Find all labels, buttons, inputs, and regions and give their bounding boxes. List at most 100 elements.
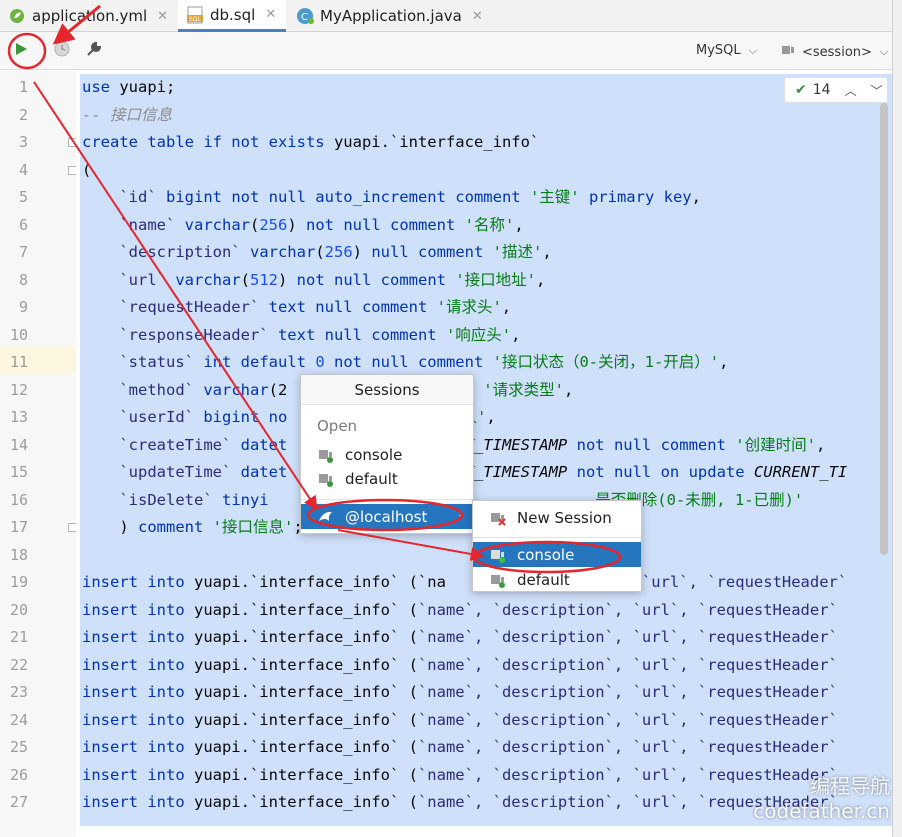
sql-editor[interactable]: use yuapi; -- 接口信息 create table if not exi… [76, 71, 892, 837]
subsession-item-default[interactable]: default [473, 567, 641, 592]
code-line[interactable]: insert into yuapi.`interface_info` (`nam… [82, 789, 838, 817]
code-line[interactable]: insert into yuapi.`interface_info` (`nam… [82, 762, 838, 790]
code-token: not null comment [306, 215, 465, 234]
chevron-down-icon[interactable]: ﹀ [871, 82, 883, 99]
line-number-gutter: 1 2 3 4 5 6 7 8 9 10 11 12 13 14 15 16 17 18 19 20 21 22 23 24 2… [0, 71, 77, 837]
execute-button[interactable] [9, 39, 33, 63]
code-line[interactable]: insert into yuapi.`interface_info` (`nam… [82, 679, 838, 707]
code-token: not null comment [324, 353, 493, 371]
popup-title: Sessions [301, 375, 473, 405]
code-line[interactable]: `url` varchar(512) not null comment '接口地… [82, 267, 545, 295]
tab-application-yml[interactable]: application.yml ✕ [8, 0, 178, 32]
code-line[interactable]: insert into yuapi.`interface_info` (`nam… [82, 597, 838, 625]
code-token: 0 [315, 353, 325, 371]
section-open: Open [317, 417, 358, 435]
code-token: `responseHeader` [82, 325, 278, 344]
code-token: not null comment [296, 270, 456, 289]
item-label: default [345, 469, 398, 488]
code-line[interactable]: use yuapi; [82, 74, 175, 102]
code-line[interactable]: insert into yuapi.`interface_info` (`nam… [82, 734, 838, 762]
code-line[interactable]: `responseHeader` text null comment '响应头'… [82, 322, 520, 350]
tab-label: application.yml [32, 7, 148, 25]
code-token: not null on update [567, 463, 754, 481]
subsession-item-console[interactable]: console [473, 542, 641, 567]
code-line[interactable]: ) comment '接口信息'; [82, 514, 302, 542]
code-line[interactable]: insert into yuapi.`interface_info` (`na … [82, 569, 847, 597]
code-token: `method` [82, 380, 204, 399]
code-token: '请求类型' [483, 380, 564, 399]
code-token: insert into [82, 628, 194, 646]
code-token: datet [240, 463, 288, 481]
code-token: yuapi.`interface_info` ( [193, 710, 418, 729]
line-number: 16 [9, 490, 28, 509]
code-token: '响应头' [445, 325, 512, 344]
item-label: New Session [517, 508, 612, 527]
code-token: , [514, 215, 524, 234]
datasource-item-localhost[interactable]: @localhost › [301, 504, 473, 529]
tab-myapplication-java[interactable]: C MyApplication.java ✕ [296, 0, 483, 32]
code-token: primary key [579, 188, 692, 206]
chevron-up-icon[interactable]: ︿ [845, 82, 857, 99]
code-token: `userId` [82, 408, 204, 426]
right-tool-window-strip[interactable] [892, 0, 902, 837]
line-number: 3 [18, 133, 28, 151]
code-token: , [501, 298, 512, 316]
code-line[interactable]: -- 接口信息 [82, 102, 172, 130]
code-line[interactable]: ( [82, 157, 91, 185]
code-token: varchar [175, 270, 241, 289]
line-number: 10 [9, 325, 28, 344]
line-number: 11 [9, 353, 28, 371]
session-select[interactable]: <session> ⌵ [780, 43, 888, 61]
watermark-line-2: codefather.cn [753, 799, 890, 823]
close-icon[interactable]: ✕ [265, 7, 276, 22]
close-icon[interactable]: ✕ [472, 9, 483, 24]
code-token: 256 [259, 215, 288, 234]
code-line[interactable]: `requestHeader` text null comment '请求头', [82, 294, 511, 322]
close-icon[interactable]: ✕ [157, 9, 168, 24]
code-token: insert into [82, 765, 194, 784]
code-token: null comment [371, 243, 493, 261]
code-token: ) [278, 270, 297, 289]
item-label: @localhost [345, 507, 428, 526]
session-item-console[interactable]: console [301, 442, 473, 467]
clock-icon [53, 40, 71, 62]
settings-button[interactable] [82, 39, 106, 63]
code-token: ) [352, 243, 372, 261]
tab-label: MyApplication.java [320, 7, 462, 25]
code-token: bigint not null auto_increment comment [166, 188, 530, 206]
line-number: 23 [9, 683, 28, 701]
code-token: yuapi.`interface_info` (`na [193, 573, 446, 591]
code-token: '接口状态（0-关闭，1-开启）' [492, 353, 720, 371]
session-item-default[interactable]: default [301, 466, 473, 491]
code-line[interactable]: `id` bigint not null auto_increment comm… [82, 184, 701, 212]
new-session-item[interactable]: New Session [473, 505, 641, 530]
code-token: '创建时间' [735, 435, 816, 454]
code-line[interactable]: `description` varchar(256) null comment … [82, 239, 551, 267]
sql-dialect-select[interactable]: MySQL ⌵ [696, 43, 757, 58]
code-token: '接口地址' [455, 270, 536, 289]
code-token: text null comment [268, 298, 437, 316]
code-token: insert into [82, 655, 194, 674]
code-token: , [691, 188, 701, 206]
code-token: use [82, 78, 120, 96]
code-token: `name`, `description`, `url`, `requestHe… [417, 600, 838, 619]
vertical-scrollbar[interactable] [880, 103, 888, 555]
code-token: `name`, `description`, `url`, `requestHe… [417, 738, 838, 756]
code-line[interactable]: insert into yuapi.`interface_info` (`nam… [82, 652, 838, 680]
code-token: `createTime` [82, 435, 241, 454]
tab-db-sql[interactable]: SQL db.sql ✕ [178, 0, 287, 32]
line-number: 14 [9, 435, 28, 454]
code-line[interactable]: create table if not exists yuapi.`interf… [82, 129, 539, 157]
code-token: `description` [82, 243, 250, 261]
explain-plan-button[interactable] [50, 39, 74, 63]
code-line[interactable]: `name` varchar(256) not null comment '名称… [82, 212, 524, 240]
inspection-widget[interactable]: ✔ 14 ︿ ﹀ [784, 77, 888, 103]
code-line[interactable]: insert into yuapi.`interface_info` (`nam… [82, 624, 838, 652]
code-line[interactable]: insert into yuapi.`interface_info` (`nam… [82, 707, 838, 735]
dialect-label: MySQL [696, 43, 741, 58]
svg-text:C: C [301, 12, 308, 23]
code-token: `name`, `description`, `url`, `requestHe… [417, 655, 838, 674]
line-number: 15 [9, 463, 28, 481]
code-token: `status` [82, 353, 204, 371]
code-line[interactable]: `status` int default 0 not null comment … [82, 349, 728, 377]
